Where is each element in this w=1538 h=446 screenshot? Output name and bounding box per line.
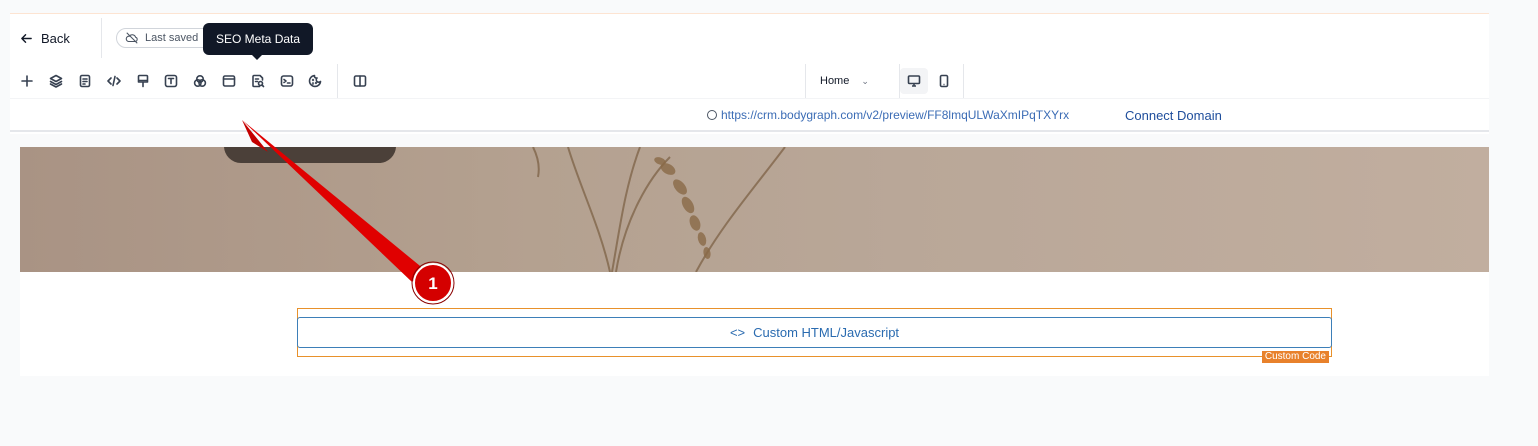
preview-url-bar: https://crm.bodygraph.com/v2/preview/FF8… [10, 98, 1489, 132]
arrow-left-icon [21, 33, 32, 43]
seo-meta-data-tooltip: SEO Meta Data [203, 23, 314, 60]
paint-brush-icon[interactable] [133, 71, 153, 91]
cookie-icon[interactable] [305, 71, 325, 91]
dried-grass-image [532, 147, 786, 272]
custom-code-block[interactable]: <> Custom HTML/Javascript Custom Code [297, 308, 1332, 363]
chevron-down-icon: ⌄ [861, 75, 869, 86]
split-view-icon[interactable] [350, 71, 370, 91]
back-label: Back [41, 30, 70, 46]
mobile-view-button[interactable] [930, 68, 958, 94]
terminal-icon[interactable] [277, 71, 297, 91]
cloud-off-icon [125, 32, 138, 44]
save-status-label: Last saved [145, 32, 199, 44]
editor-canvas: <> Custom HTML/Javascript Custom Code [10, 134, 1489, 376]
custom-code-label: Custom HTML/Javascript [753, 325, 900, 340]
desktop-view-button[interactable] [900, 68, 928, 94]
mobile-icon [939, 74, 949, 88]
plus-icon[interactable] [17, 71, 37, 91]
page-select[interactable]: Home ⌄ [805, 64, 899, 98]
page-icon[interactable] [75, 71, 95, 91]
code-icon: <> [729, 325, 746, 340]
text-icon[interactable] [161, 71, 181, 91]
editor-window: Back Last saved SEO Meta Data Home ⌄ htt… [10, 13, 1489, 376]
preview-url[interactable]: https://crm.bodygraph.com/v2/preview/FF8… [707, 108, 1069, 122]
back-button[interactable]: Back [20, 28, 70, 48]
divider [101, 18, 102, 58]
divider [337, 64, 338, 98]
status-circle-icon [707, 110, 717, 120]
seo-search-icon[interactable] [248, 71, 268, 91]
toolbar: Home ⌄ [10, 64, 1489, 98]
color-circles-icon[interactable] [190, 71, 210, 91]
custom-code-element[interactable]: <> Custom HTML/Javascript [297, 317, 1332, 348]
content-section: <> Custom HTML/Javascript Custom Code [20, 272, 1489, 376]
layers-icon[interactable] [46, 71, 66, 91]
page-select-value: Home [820, 75, 850, 87]
desktop-icon [907, 75, 921, 87]
preview-url-text[interactable]: https://crm.bodygraph.com/v2/preview/FF8… [721, 108, 1069, 122]
hero-image[interactable] [20, 147, 1489, 272]
top-bar: Back Last saved SEO Meta Data [10, 14, 1489, 60]
browser-window-icon[interactable] [219, 71, 239, 91]
device-toggle [899, 64, 964, 98]
code-icon[interactable] [104, 71, 124, 91]
custom-code-tag: Custom Code [1261, 351, 1329, 363]
connect-domain-link[interactable]: Connect Domain [1125, 108, 1222, 123]
save-status-badge: Last saved [116, 28, 216, 48]
